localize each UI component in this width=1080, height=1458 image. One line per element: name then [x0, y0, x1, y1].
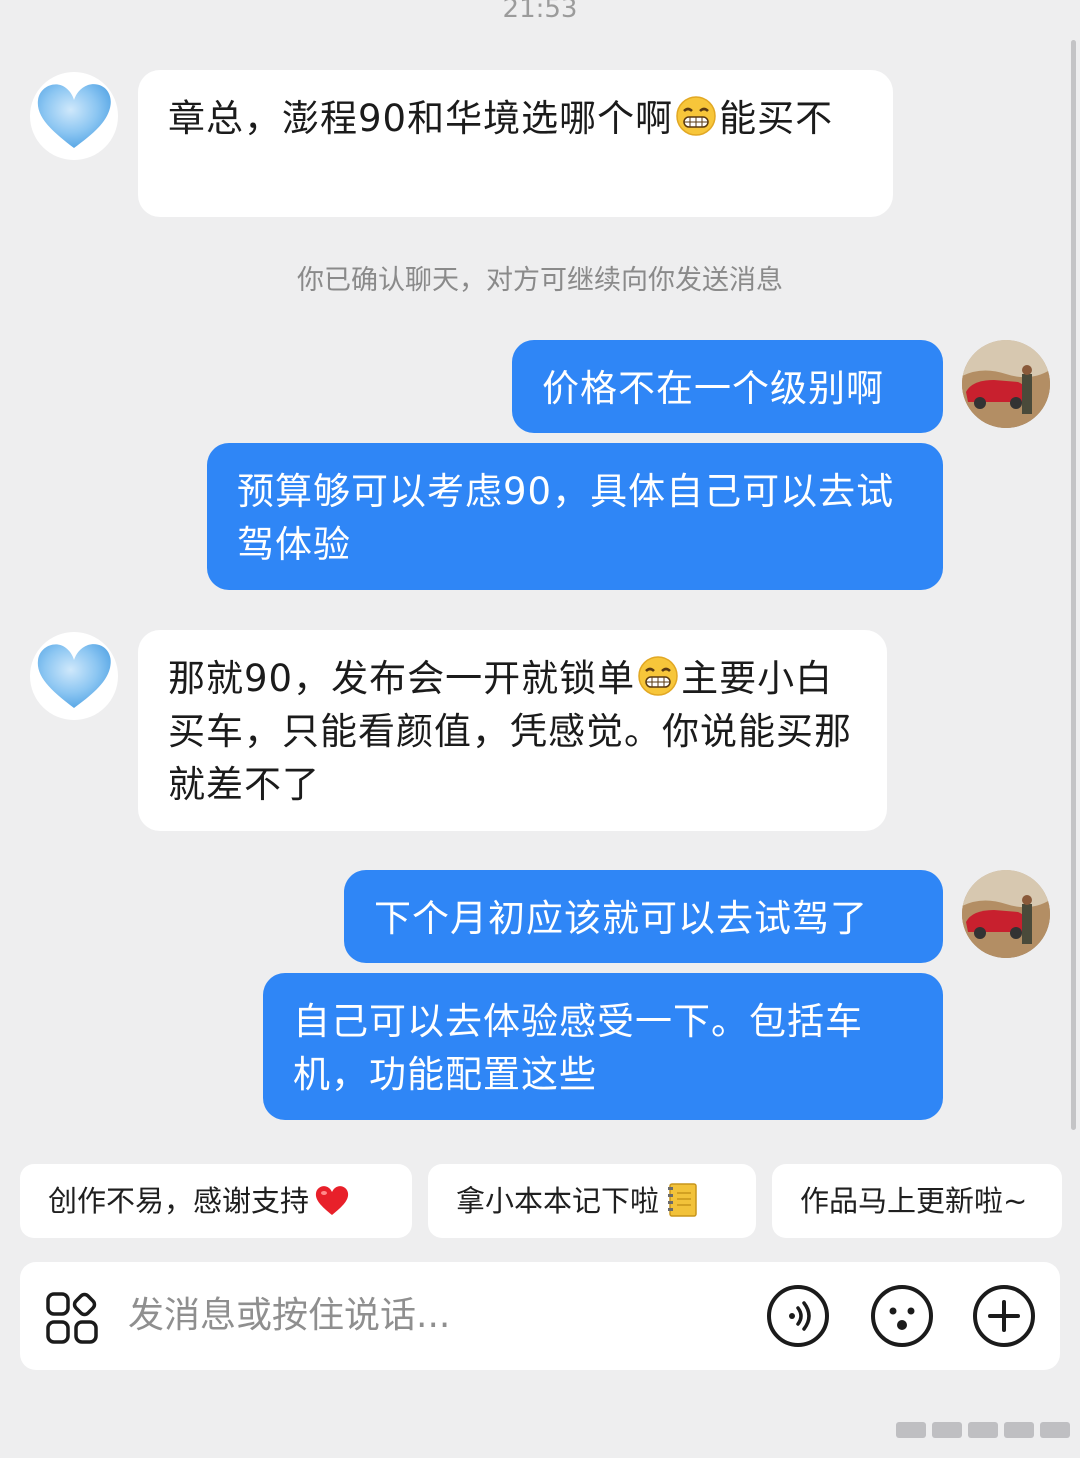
message-bubble-outgoing[interactable]: 自己可以去体验感受一下。包括车机，功能配置这些 [263, 973, 943, 1120]
quick-reply-label: 创作不易，感谢支持 [48, 1184, 310, 1218]
message-bubble-incoming[interactable]: 章总，澎程90和华境选哪个啊 能买不 [138, 70, 893, 217]
user-avatar[interactable] [962, 870, 1050, 958]
contact-avatar[interactable] [30, 632, 118, 720]
message-text: 那就90，发布会一开就锁单 [168, 657, 636, 700]
notebook-icon [663, 1172, 701, 1217]
message-composer: 发消息或按住说话... [20, 1262, 1060, 1370]
message-bubble-outgoing[interactable]: 预算够可以考虑90，具体自己可以去试驾体验 [207, 443, 943, 590]
message-bubble-incoming[interactable]: 那就90，发布会一开就锁单 主要小白买车，只能看颜值，凭感觉。你说能买那就差不了 [138, 630, 887, 831]
blue-heart-icon [37, 644, 111, 708]
plus-icon[interactable] [972, 1284, 1036, 1348]
message-text: 自己可以去体验感受一下。包括车机，功能配置这些 [293, 1000, 863, 1096]
contact-avatar[interactable] [30, 72, 118, 160]
apps-icon[interactable] [44, 1290, 100, 1346]
quick-reply-chip[interactable]: 作品马上更新啦~ [772, 1164, 1062, 1238]
quick-reply-label: 作品马上更新啦~ [800, 1184, 1028, 1218]
status-time: 21:53 [502, 0, 578, 24]
scrollbar[interactable] [1071, 40, 1076, 1130]
message-bubble-outgoing[interactable]: 下个月初应该就可以去试驾了 [344, 870, 943, 963]
quick-reply-label: 拿小本本记下啦 [456, 1184, 660, 1218]
message-input[interactable]: 发消息或按住说话... [128, 1262, 450, 1370]
grinning-face-emoji [673, 95, 719, 137]
message-text: 预算够可以考虑90，具体自己可以去试驾体验 [237, 470, 895, 566]
message-text: 能买不 [719, 97, 834, 140]
quick-reply-chip[interactable]: 创作不易，感谢支持 [20, 1164, 412, 1238]
emoji-icon[interactable] [870, 1284, 934, 1348]
red-heart-icon [313, 1172, 351, 1215]
quick-reply-chip[interactable]: 拿小本本记下啦 [428, 1164, 756, 1238]
voice-icon[interactable] [766, 1284, 830, 1348]
grinning-face-emoji [635, 655, 681, 697]
system-notice: 你已确认聊天，对方可继续向你发送消息 [297, 265, 783, 296]
bottom-watermark-bar [0, 1410, 1080, 1450]
blue-heart-icon [37, 84, 111, 148]
user-avatar[interactable] [962, 340, 1050, 428]
message-text: 章总，澎程90和华境选哪个啊 [168, 97, 674, 140]
chat-screen: 21:53 章总，澎程90和华境选哪个啊 能买不 你已确认聊天，对方可继续向你发送… [0, 0, 1080, 1458]
message-text: 价格不在一个级别啊 [542, 367, 884, 410]
message-text: 下个月初应该就可以去试驾了 [374, 897, 868, 940]
user-photo-icon [962, 870, 1050, 958]
message-bubble-outgoing[interactable]: 价格不在一个级别啊 [512, 340, 943, 433]
user-photo-icon [962, 340, 1050, 428]
